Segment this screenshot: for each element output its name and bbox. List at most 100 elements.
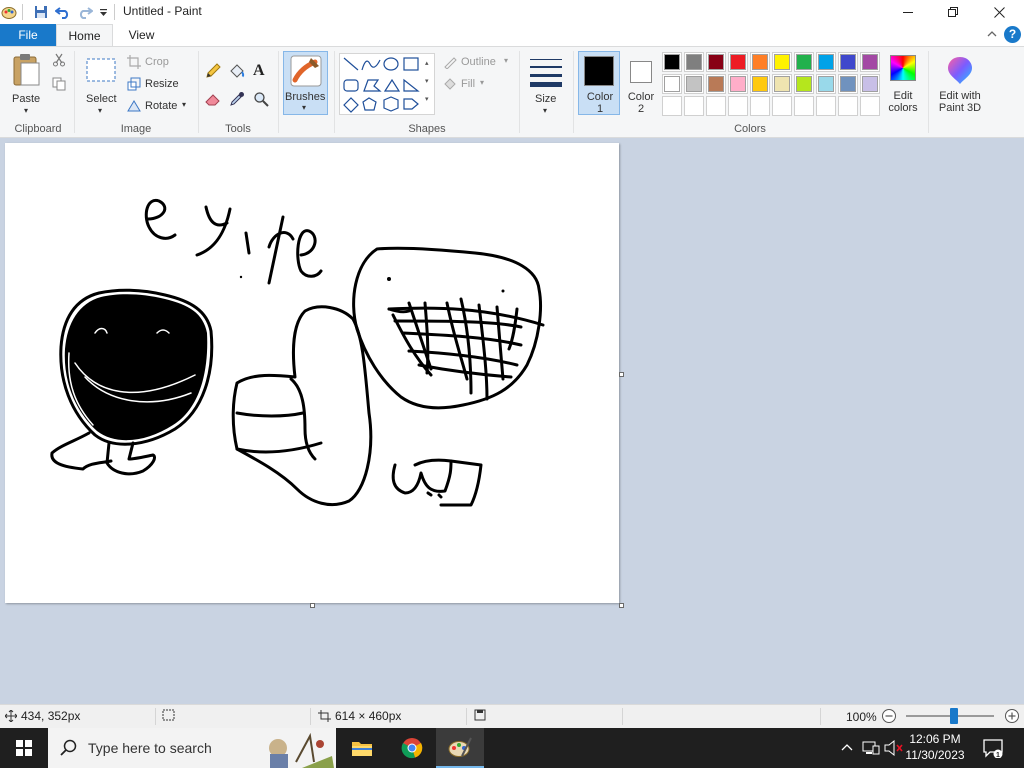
outline-button[interactable]: Outline ▾ — [443, 55, 513, 71]
palette-swatch[interactable] — [772, 74, 792, 94]
zoom-slider[interactable] — [906, 708, 994, 724]
palette-swatch[interactable] — [838, 74, 858, 94]
palette-swatch[interactable] — [706, 74, 726, 94]
eraser-icon[interactable] — [205, 91, 223, 109]
paste-button[interactable]: Paste ▾ — [8, 51, 46, 115]
palette-swatch[interactable] — [794, 74, 814, 94]
magnifier-icon[interactable] — [253, 91, 271, 109]
chevron-down-icon: ▾ — [98, 106, 103, 115]
shapes-gallery[interactable] — [339, 53, 435, 115]
taskbar-clock[interactable]: 12:06 PM 11/30/2023 — [904, 731, 966, 763]
resize-label: Resize — [145, 78, 179, 90]
palette-swatch[interactable] — [684, 52, 704, 72]
tab-home[interactable]: Home — [56, 24, 113, 46]
close-button[interactable] — [976, 0, 1022, 24]
palette-swatch-color — [862, 76, 878, 92]
color1-label: Color 1 — [586, 91, 614, 115]
palette-swatch[interactable] — [728, 74, 748, 94]
size-button[interactable]: Size ▾ — [525, 51, 567, 115]
palette-swatch[interactable] — [816, 96, 836, 116]
palette-swatch[interactable] — [728, 52, 748, 72]
text-icon[interactable]: A — [253, 62, 271, 80]
crop-button[interactable]: Crop — [127, 55, 187, 71]
tools-group-label: Tools — [225, 123, 251, 135]
edit-colors-button[interactable]: Edit colors — [884, 51, 922, 115]
fill-icon[interactable] — [229, 63, 247, 81]
file-explorer-app[interactable] — [338, 728, 386, 768]
fill-button[interactable]: Fill ▾ — [443, 77, 493, 93]
fill-bucket-icon — [444, 78, 456, 90]
color-picker-icon[interactable] — [229, 91, 247, 109]
paint3d-button[interactable]: Edit with Paint 3D — [932, 51, 988, 115]
palette-swatch[interactable] — [728, 96, 748, 116]
restore-button[interactable] — [930, 0, 976, 24]
notifications-icon[interactable]: 1 — [982, 738, 1004, 759]
tab-file[interactable]: File — [0, 24, 56, 46]
palette-swatch[interactable] — [662, 74, 682, 94]
redo-icon[interactable] — [76, 3, 94, 21]
palette-swatch[interactable] — [860, 52, 880, 72]
pencil-icon[interactable] — [205, 63, 223, 81]
color1-button[interactable]: Color 1 — [578, 51, 620, 115]
save-icon[interactable] — [32, 3, 50, 21]
show-hidden-icons[interactable] — [840, 740, 854, 754]
resize-button[interactable]: Resize — [127, 77, 187, 93]
palette-swatch[interactable] — [684, 96, 704, 116]
fill-label: Fill — [461, 78, 476, 90]
paint-app[interactable] — [436, 728, 484, 768]
status-bar: 434, 352px 614 × 460px 100% — [0, 704, 1024, 728]
palette-swatch[interactable] — [772, 52, 792, 72]
palette-swatch[interactable] — [816, 52, 836, 72]
tab-view[interactable]: View — [113, 24, 170, 46]
palette-swatch[interactable] — [838, 52, 858, 72]
volume-muted-icon[interactable] — [884, 739, 904, 757]
chrome-app[interactable] — [388, 728, 436, 768]
palette-swatch[interactable] — [750, 52, 770, 72]
canvas-resize-handle-right[interactable] — [619, 372, 624, 377]
brushes-button[interactable]: Brushes ▾ — [283, 51, 328, 115]
minimize-button[interactable] — [885, 0, 931, 24]
palette-swatch[interactable] — [662, 52, 682, 72]
taskbar: Type here to search 12:06 PM 11/30/2023 … — [0, 728, 1024, 768]
zoom-in-button[interactable] — [1004, 708, 1020, 724]
zoom-slider-thumb[interactable] — [950, 708, 959, 724]
palette-swatch[interactable] — [750, 96, 770, 116]
shapes-scroll[interactable]: ▴ ▾ ▾ — [425, 55, 433, 113]
copy-icon[interactable] — [52, 77, 68, 93]
palette-swatch[interactable] — [706, 52, 726, 72]
palette-swatch[interactable] — [816, 74, 836, 94]
chrome-icon — [401, 738, 423, 759]
palette-swatch[interactable] — [794, 52, 814, 72]
palette-swatch[interactable] — [860, 96, 880, 116]
palette-swatch[interactable] — [750, 74, 770, 94]
palette-swatch[interactable] — [860, 74, 880, 94]
palette-swatch[interactable] — [684, 74, 704, 94]
palette-swatch-color — [840, 76, 856, 92]
palette-swatch-color — [708, 54, 724, 70]
collapse-ribbon-icon[interactable] — [986, 28, 998, 40]
customize-icon[interactable] — [97, 3, 109, 21]
start-button[interactable] — [0, 728, 48, 768]
cut-icon[interactable] — [52, 53, 68, 69]
canvas-resize-handle-bottom[interactable] — [310, 603, 315, 608]
palette-swatch-color — [686, 54, 702, 70]
rotate-button[interactable]: Rotate ▾ — [127, 99, 193, 115]
paint-app-icon[interactable] — [0, 3, 18, 21]
help-icon[interactable]: ? — [1004, 26, 1021, 43]
select-button[interactable]: Select ▾ — [82, 51, 120, 115]
palette-swatch[interactable] — [706, 96, 726, 116]
network-icon[interactable] — [862, 740, 880, 756]
line-size-icon — [530, 59, 562, 87]
drawing-canvas[interactable] — [5, 143, 619, 603]
taskbar-search[interactable]: Type here to search — [48, 728, 336, 768]
palette-swatch[interactable] — [794, 96, 814, 116]
palette-swatch[interactable] — [838, 96, 858, 116]
undo-icon[interactable] — [54, 3, 72, 21]
palette-swatch[interactable] — [772, 96, 792, 116]
palette-swatch[interactable] — [662, 96, 682, 116]
cursor-position: 434, 352px — [5, 709, 80, 723]
canvas-resize-handle-corner[interactable] — [619, 603, 624, 608]
zoom-out-button[interactable] — [881, 708, 897, 724]
color2-button[interactable]: Color 2 — [622, 51, 660, 115]
image-size-icon — [318, 710, 331, 722]
